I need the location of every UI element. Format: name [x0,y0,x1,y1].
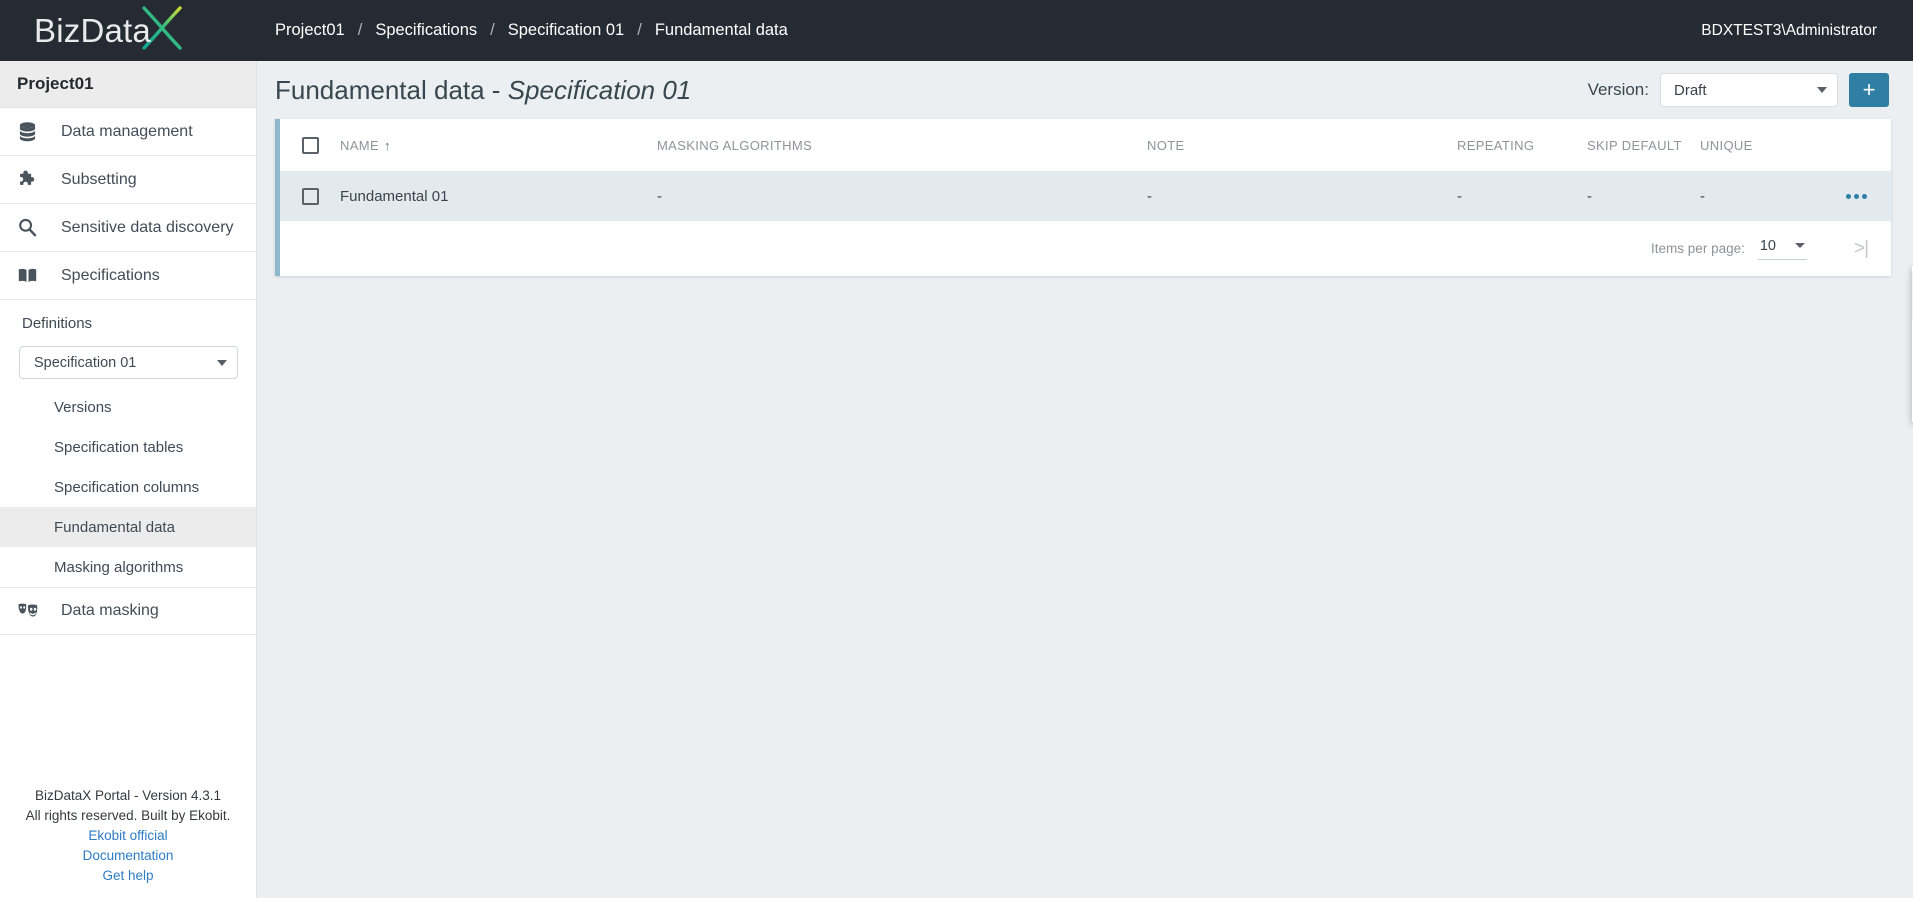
breadcrumb-item-specification-01[interactable]: Specification 01 [506,21,627,40]
page-header: Fundamental data - Specification 01 Vers… [257,61,1913,119]
cell-actions [1840,188,1891,205]
database-icon [17,121,48,142]
sidebar-item-versions[interactable]: Versions [0,387,256,427]
version-label: Version: [1587,80,1649,99]
top-header-bar: BizData Project01 / Specifications / Spe… [0,0,1913,61]
sidebar-item-label: Specifications [61,266,160,284]
footer-version-line: BizDataX Portal - Version 4.3.1 [34,788,222,803]
chevron-down-icon [1795,243,1805,248]
table-header-row: NAME ↑ MASKING ALGORITHMS NOTE REPEATING … [280,119,1891,172]
sidebar-item-data-management[interactable]: Data management [0,108,256,156]
breadcrumb-item-fundamental-data: Fundamental data [654,21,788,39]
theater-masks-icon [17,601,48,621]
dot [1862,194,1867,199]
column-header-name[interactable]: NAME ↑ [340,138,657,153]
select-all-cell [280,136,340,154]
sidebar-definitions-label: Definitions [22,314,93,332]
dot [1846,194,1851,199]
add-button[interactable]: + [1849,73,1889,107]
sidebar-item-specification-columns[interactable]: Specification columns [0,467,256,507]
sidebar-item-label: Data masking [61,602,159,619]
column-header-unique[interactable]: UNIQUE [1700,138,1840,153]
sort-ascending-icon: ↑ [383,137,391,153]
version-controls: Version: Draft + [1588,73,1889,107]
magnifier-icon [17,217,48,238]
sidebar-item-label: Data management [61,122,193,140]
items-per-page-label: Items per page: [1651,241,1745,256]
sidebar-subitem-label: Fundamental data [54,518,175,536]
column-header-skip-default[interactable]: SKIP DEFAULT [1587,138,1700,153]
sidebar-item-data-masking[interactable]: Data masking [0,587,256,635]
sidebar: Project01 Data management Subsetting Sen… [0,61,257,898]
row-select-cell [280,188,340,205]
last-page-button[interactable]: >| [1841,229,1881,269]
breadcrumb: Project01 / Specifications / Specificati… [257,21,790,40]
fundamental-data-table-card: NAME ↑ MASKING ALGORITHMS NOTE REPEATING … [275,119,1891,276]
cell-masking-algorithms: - [657,188,662,205]
cell-name: Fundamental 01 [340,188,449,205]
column-header-masking-algorithms[interactable]: MASKING ALGORITHMS [657,138,1147,153]
current-user-label[interactable]: BDXTEST3\Administrator [1701,22,1913,40]
sidebar-subitem-label: Versions [54,398,112,416]
version-select-value: Draft [1674,81,1707,99]
column-header-repeating[interactable]: REPEATING [1457,138,1587,153]
app-logo[interactable]: BizData [0,0,257,61]
row-actions-menu-button[interactable] [1844,188,1869,205]
column-header-note[interactable]: NOTE [1147,138,1457,153]
sidebar-item-sensitive-data-discovery[interactable]: Sensitive data discovery [0,204,256,252]
footer-link-documentation[interactable]: Documentation [0,846,256,866]
page-title-italic: Specification 01 [507,74,692,105]
sidebar-subitem-label: Specification tables [54,438,184,456]
items-per-page-select[interactable]: 10 [1757,237,1807,260]
cell-unique: - [1700,188,1705,205]
logo-text: BizData [34,11,151,49]
sidebar-item-label: Sensitive data discovery [61,218,234,236]
footer-link-get-help[interactable]: Get help [0,866,256,886]
sidebar-item-fundamental-data[interactable]: Fundamental data [0,507,256,547]
footer-rights-line: All rights reserved. Built by Ekobit. [25,808,231,823]
breadcrumb-separator: / [357,21,363,39]
sidebar-item-subsetting[interactable]: Subsetting [0,156,256,204]
breadcrumb-separator: / [637,21,642,39]
version-select[interactable]: Draft [1660,73,1838,107]
book-icon [17,265,48,286]
cell-repeating: - [1457,188,1462,205]
row-checkbox[interactable] [301,188,319,205]
sidebar-item-masking-algorithms[interactable]: Masking algorithms [0,547,256,587]
sidebar-item-specification-tables[interactable]: Specification tables [0,427,256,467]
dot [1854,194,1859,199]
breadcrumb-item-project[interactable]: Project01 [273,21,347,40]
sidebar-specification-select[interactable]: Specification 01 [19,346,238,379]
main-content: Fundamental data - Specification 01 Vers… [257,61,1913,898]
page-title: Fundamental data - Specification 01 [275,75,691,106]
items-per-page-value: 10 [1759,237,1776,254]
paginator: Items per page: 10 >| [280,221,1891,276]
chevron-down-icon [1817,87,1827,93]
breadcrumb-separator: / [490,21,495,39]
sidebar-item-specifications[interactable]: Specifications [0,252,256,300]
breadcrumb-item-specifications[interactable]: Specifications [373,21,479,40]
sidebar-footer: BizDataX Portal - Version 4.3.1 All righ… [0,786,256,898]
page-title-main: Fundamental data - [275,74,508,105]
cell-note: - [1147,188,1152,205]
sidebar-subitem-label: Masking algorithms [54,558,184,576]
table-row[interactable]: Fundamental 01 - - - - - [280,172,1891,221]
sidebar-specification-select-value: Specification 01 [34,354,137,371]
chevron-down-icon [217,359,227,366]
select-all-checkbox[interactable] [301,136,319,154]
footer-link-ekobit-official[interactable]: Ekobit official [0,826,256,846]
sidebar-item-label: Subsetting [61,170,137,188]
sidebar-project-title: Project01 [0,61,256,108]
cell-skip-default: - [1587,188,1592,205]
puzzle-piece-icon [17,169,48,190]
sidebar-subitem-label: Specification columns [54,478,200,496]
column-header-label: NAME [340,137,379,153]
